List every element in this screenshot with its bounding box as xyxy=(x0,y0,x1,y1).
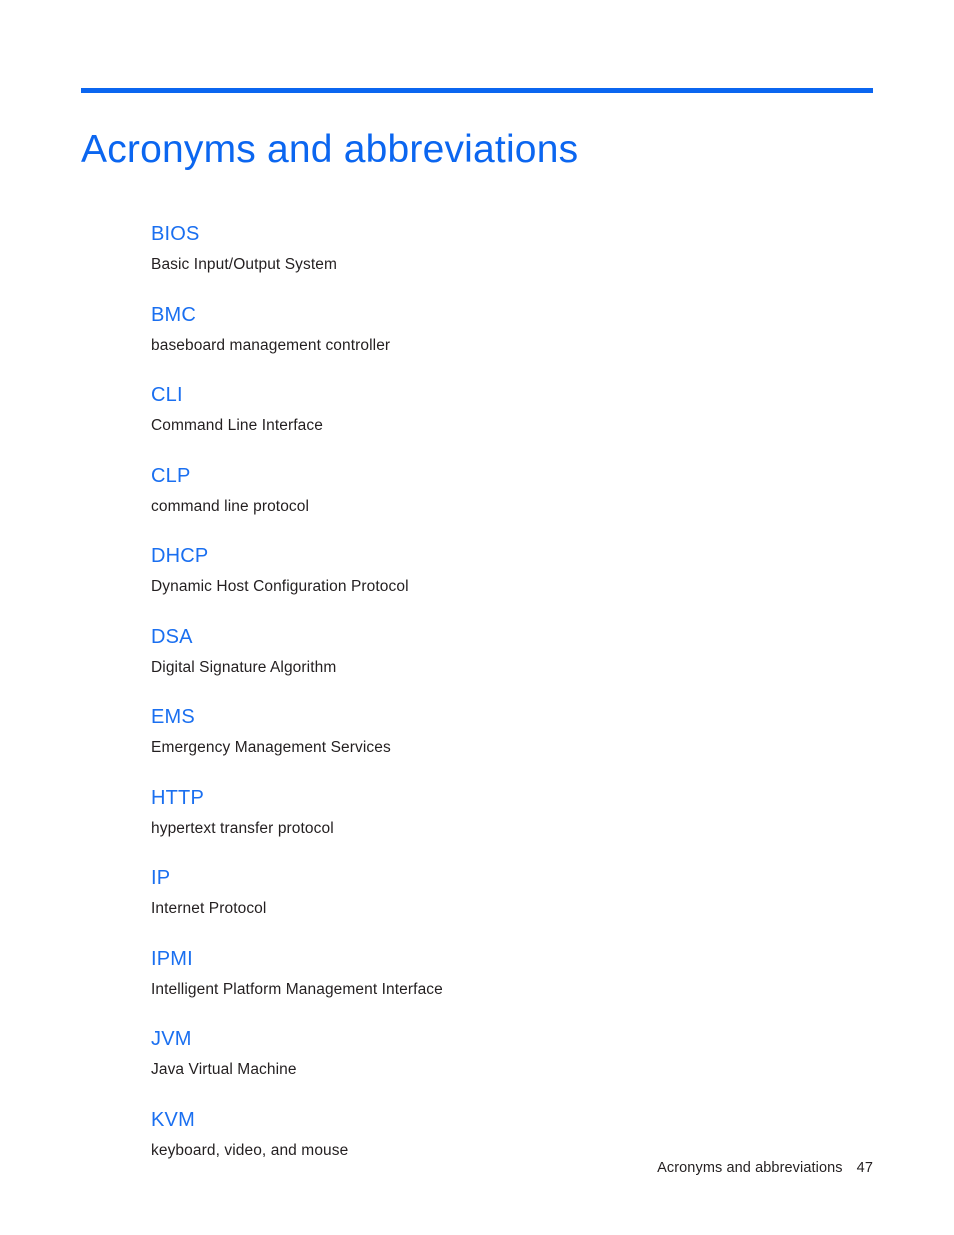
glossary-definition: Basic Input/Output System xyxy=(151,256,338,273)
glossary-term: DSA xyxy=(151,625,193,648)
glossary-definition: command line protocol xyxy=(151,497,310,515)
glossary-entry: IPMI Intelligent Platform Management Inte… xyxy=(151,947,873,1000)
title-divider-rule xyxy=(81,88,873,93)
glossary-definition: Command Line Interface xyxy=(151,417,323,434)
glossary-term: BMC xyxy=(151,303,197,326)
glossary-term: KVM xyxy=(151,1108,195,1131)
glossary-entry: JVM Java Virtual Machine xyxy=(151,1027,873,1080)
glossary-term: BIOS xyxy=(151,223,200,245)
glossary-term: CLP xyxy=(151,464,191,487)
glossary-definition: hypertext transfer protocol xyxy=(151,819,334,837)
glossary-entry: HTTP hypertext transfer protocol xyxy=(151,786,873,839)
glossary-definition: Intelligent Platform Management Interfac… xyxy=(151,980,443,998)
footer-section-label: Acronyms and abbreviations xyxy=(657,1160,843,1176)
glossary-entry: EMS Emergency Management Services xyxy=(151,705,873,758)
glossary-list: BIOS Basic Input/Output System BMC baseboar… xyxy=(151,222,873,1161)
glossary-term: EMS xyxy=(151,706,195,728)
page-title: Acronyms and abbreviations xyxy=(81,128,579,172)
glossary-term: IPMI xyxy=(151,947,193,970)
glossary-definition: baseboard management controller xyxy=(151,336,391,354)
glossary-definition: Emergency Management Services xyxy=(151,739,391,756)
document-page: Acronyms and abbreviations BIOS Basic Inp… xyxy=(0,0,954,1235)
glossary-definition: Digital Signature Algorithm xyxy=(151,658,337,676)
glossary-definition: Dynamic Host Configuration Protocol xyxy=(151,578,409,595)
glossary-term: DHCP xyxy=(151,545,209,567)
glossary-entry: DSA Digital Signature Algorithm xyxy=(151,625,873,678)
glossary-entry: BMC baseboard management controller xyxy=(151,303,873,356)
page-footer: Acronyms and abbreviations 47 xyxy=(81,1158,873,1178)
glossary-entry: IP Internet Protocol xyxy=(151,866,873,919)
glossary-entry: CLI Command Line Interface xyxy=(151,383,873,436)
glossary-entry: DHCP Dynamic Host Configuration Protocol xyxy=(151,544,873,597)
glossary-definition: Java Virtual Machine xyxy=(151,1061,297,1078)
glossary-term: HTTP xyxy=(151,786,205,809)
glossary-entry: KVM keyboard, video, and mouse xyxy=(151,1108,873,1161)
footer-page-number: 47 xyxy=(856,1160,873,1176)
glossary-term: IP xyxy=(151,867,171,889)
glossary-term: JVM xyxy=(151,1028,192,1050)
glossary-entry: BIOS Basic Input/Output System xyxy=(151,222,873,275)
glossary-entry: CLP command line protocol xyxy=(151,464,873,517)
glossary-definition: Internet Protocol xyxy=(151,900,267,917)
glossary-term: CLI xyxy=(151,384,183,406)
